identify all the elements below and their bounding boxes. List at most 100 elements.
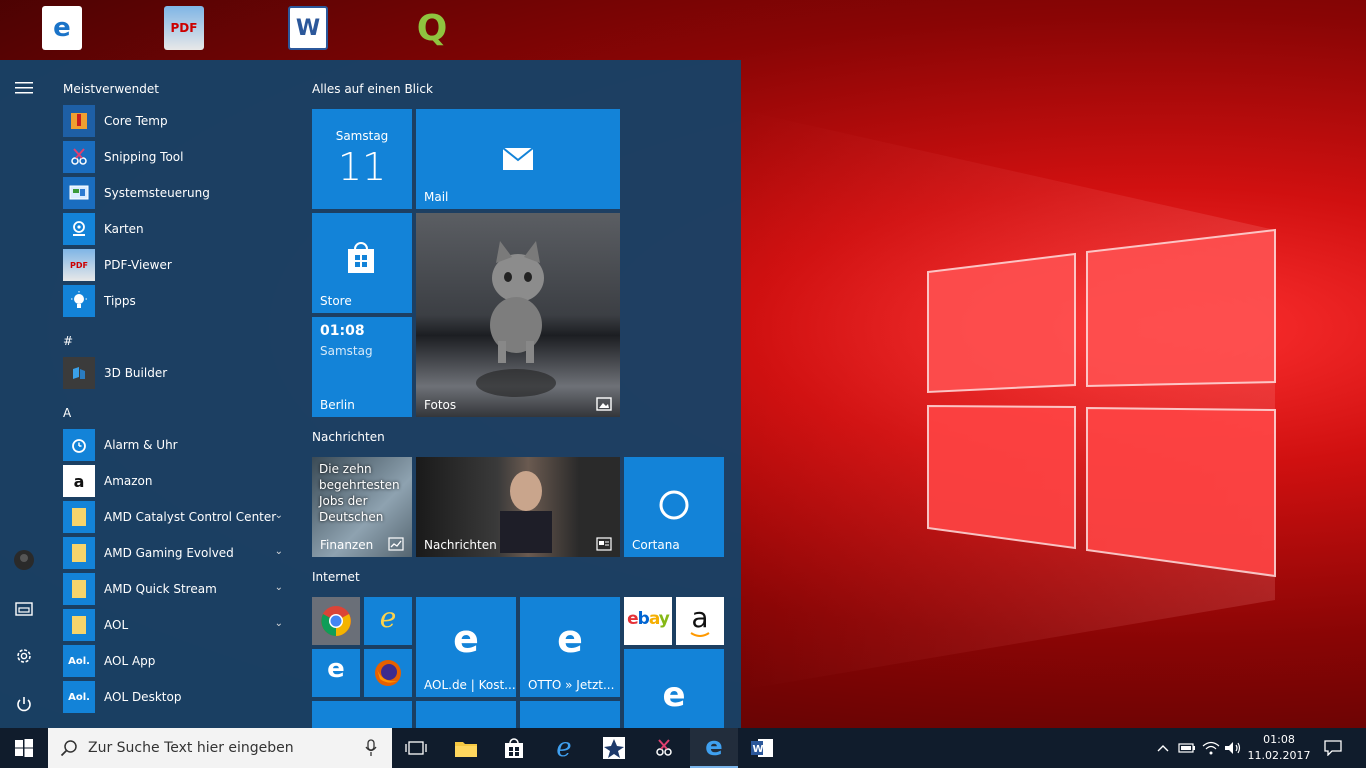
app-pdf-viewer[interactable]: PDF PDF-Viewer — [63, 249, 293, 281]
maps-icon — [63, 213, 95, 245]
star-app-icon — [603, 737, 625, 759]
chart-icon — [388, 537, 404, 551]
alarm-icon — [63, 429, 95, 461]
tile-aol-de[interactable]: e AOL.de | Kost... — [416, 597, 516, 697]
chevron-down-icon[interactable]: ⌄ — [275, 510, 283, 521]
search-placeholder: Zur Suche Text hier eingeben — [88, 740, 294, 756]
battery-button[interactable] — [1176, 728, 1198, 768]
taskbar-clock[interactable]: 01:08 11.02.2017 — [1244, 732, 1314, 764]
core-temp-icon — [63, 105, 95, 137]
most-used-header: Meistverwendet — [63, 82, 159, 96]
edge-icon: e — [705, 732, 723, 762]
search-box[interactable]: Zur Suche Text hier eingeben — [48, 728, 392, 768]
newspaper-icon — [596, 537, 612, 551]
tile-otto[interactable]: e OTTO » Jetzt... — [520, 597, 620, 697]
app-alarm-uhr[interactable]: Alarm & Uhr — [63, 429, 293, 461]
app-core-temp[interactable]: Core Temp — [63, 105, 293, 137]
wifi-button[interactable] — [1200, 728, 1222, 768]
tile-news[interactable]: Nachrichten — [416, 457, 620, 557]
taskbar-edge[interactable]: e — [690, 728, 738, 768]
store-bag-icon — [348, 242, 374, 273]
edge-shortcut-icon[interactable]: e — [38, 6, 86, 54]
tile-weather[interactable]: 01:08 Samstag Berlin — [312, 317, 412, 417]
taskbar-star-app[interactable] — [590, 728, 638, 768]
start-button[interactable] — [0, 728, 48, 768]
app-tipps[interactable]: Tipps — [63, 285, 293, 317]
taskbar-store[interactable] — [490, 728, 538, 768]
tile-edge-small[interactable]: e — [312, 649, 360, 697]
folder-icon — [63, 501, 95, 533]
battery-icon — [1178, 743, 1195, 753]
search-icon — [60, 740, 77, 757]
tile-firefox[interactable] — [364, 649, 412, 697]
tile-ebay[interactable]: ebay — [624, 597, 672, 645]
wifi-icon — [1202, 741, 1220, 755]
scissors-icon — [63, 141, 95, 173]
chevron-down-icon[interactable]: ⌄ — [275, 546, 283, 557]
tile-finance[interactable]: Die zehn begehrtesten Jobs der Deutschen… — [312, 457, 412, 557]
section-header-a[interactable]: A — [63, 406, 71, 420]
edge-icon: e — [453, 617, 479, 661]
amazon-smile-icon — [690, 632, 710, 637]
action-center-button[interactable] — [1318, 728, 1348, 768]
firefox-icon — [375, 660, 401, 686]
taskbar-file-explorer[interactable] — [442, 728, 490, 768]
taskbar-snipping-tool[interactable] — [640, 728, 688, 768]
chevron-down-icon[interactable]: ⌄ — [275, 618, 283, 629]
word-icon: W — [751, 739, 773, 757]
task-view-button[interactable] — [392, 728, 440, 768]
tile-chrome[interactable] — [312, 597, 360, 645]
folder-icon — [63, 573, 95, 605]
app-aol-app[interactable]: Aol. AOL App — [63, 645, 293, 677]
tile-edge-large[interactable]: e — [624, 649, 724, 728]
chevron-down-icon[interactable]: ⌄ — [275, 582, 283, 593]
app-systemsteuerung[interactable]: Systemsteuerung — [63, 177, 293, 209]
lightbulb-icon — [63, 285, 95, 317]
tile-store[interactable]: Store — [312, 213, 412, 313]
taskbar: Zur Suche Text hier eingeben e e W 01:08 — [0, 728, 1366, 768]
section-header-hash[interactable]: # — [63, 334, 73, 348]
tile-partial-1[interactable] — [312, 701, 412, 728]
tile-calendar[interactable]: Samstag 11 — [312, 109, 412, 209]
file-explorer-icon[interactable] — [12, 596, 36, 620]
taskbar-internet-explorer[interactable]: e — [540, 728, 588, 768]
pdf-viewer-shortcut-icon[interactable]: PDF — [160, 6, 208, 54]
app-aol-desktop[interactable]: Aol. AOL Desktop — [63, 681, 293, 713]
hamburger-menu-icon[interactable] — [12, 76, 36, 100]
volume-icon — [1225, 742, 1241, 754]
microphone-icon[interactable] — [364, 739, 378, 757]
power-icon[interactable] — [12, 692, 36, 716]
tile-partial-2[interactable] — [416, 701, 516, 728]
taskbar-word[interactable]: W — [738, 728, 786, 768]
app-snipping-tool[interactable]: Snipping Tool — [63, 141, 293, 173]
word-shortcut-icon[interactable]: W — [284, 6, 332, 54]
cortana-ring-icon — [659, 490, 689, 520]
amazon-icon: a — [63, 465, 95, 497]
show-hidden-icons-button[interactable] — [1152, 728, 1174, 768]
app-amd-catalyst-control-center[interactable]: AMD Catalyst Control Center ⌄ — [63, 501, 293, 533]
app-3d-builder[interactable]: 3D Builder — [63, 357, 293, 389]
app-amd-quick-stream[interactable]: AMD Quick Stream ⌄ — [63, 573, 293, 605]
notification-icon — [1324, 740, 1342, 756]
3d-builder-icon — [63, 357, 95, 389]
edge-icon: e — [662, 675, 686, 715]
settings-gear-icon[interactable] — [12, 644, 36, 668]
app-amd-gaming-evolved[interactable]: AMD Gaming Evolved ⌄ — [63, 537, 293, 569]
tile-partial-3[interactable] — [520, 701, 620, 728]
group-header-internet[interactable]: Internet — [312, 570, 360, 584]
app-karten[interactable]: Karten — [63, 213, 293, 245]
app-amazon[interactable]: a Amazon — [63, 465, 293, 497]
tile-mail[interactable]: Mail — [416, 109, 620, 209]
ebay-logo: ebay — [627, 609, 670, 629]
app-aol-folder[interactable]: AOL ⌄ — [63, 609, 293, 641]
tile-photos[interactable]: Fotos — [416, 213, 620, 417]
volume-button[interactable] — [1222, 728, 1244, 768]
qgis-shortcut-icon[interactable]: Q — [408, 6, 456, 54]
tile-internet-explorer[interactable]: e — [364, 597, 412, 645]
group-header-news[interactable]: Nachrichten — [312, 430, 385, 444]
tile-cortana[interactable]: Cortana — [624, 457, 724, 557]
group-header-overview[interactable]: Alles auf einen Blick — [312, 82, 433, 96]
tile-amazon[interactable]: a — [676, 597, 724, 645]
envelope-icon — [502, 147, 534, 170]
user-avatar-icon[interactable] — [12, 548, 36, 572]
